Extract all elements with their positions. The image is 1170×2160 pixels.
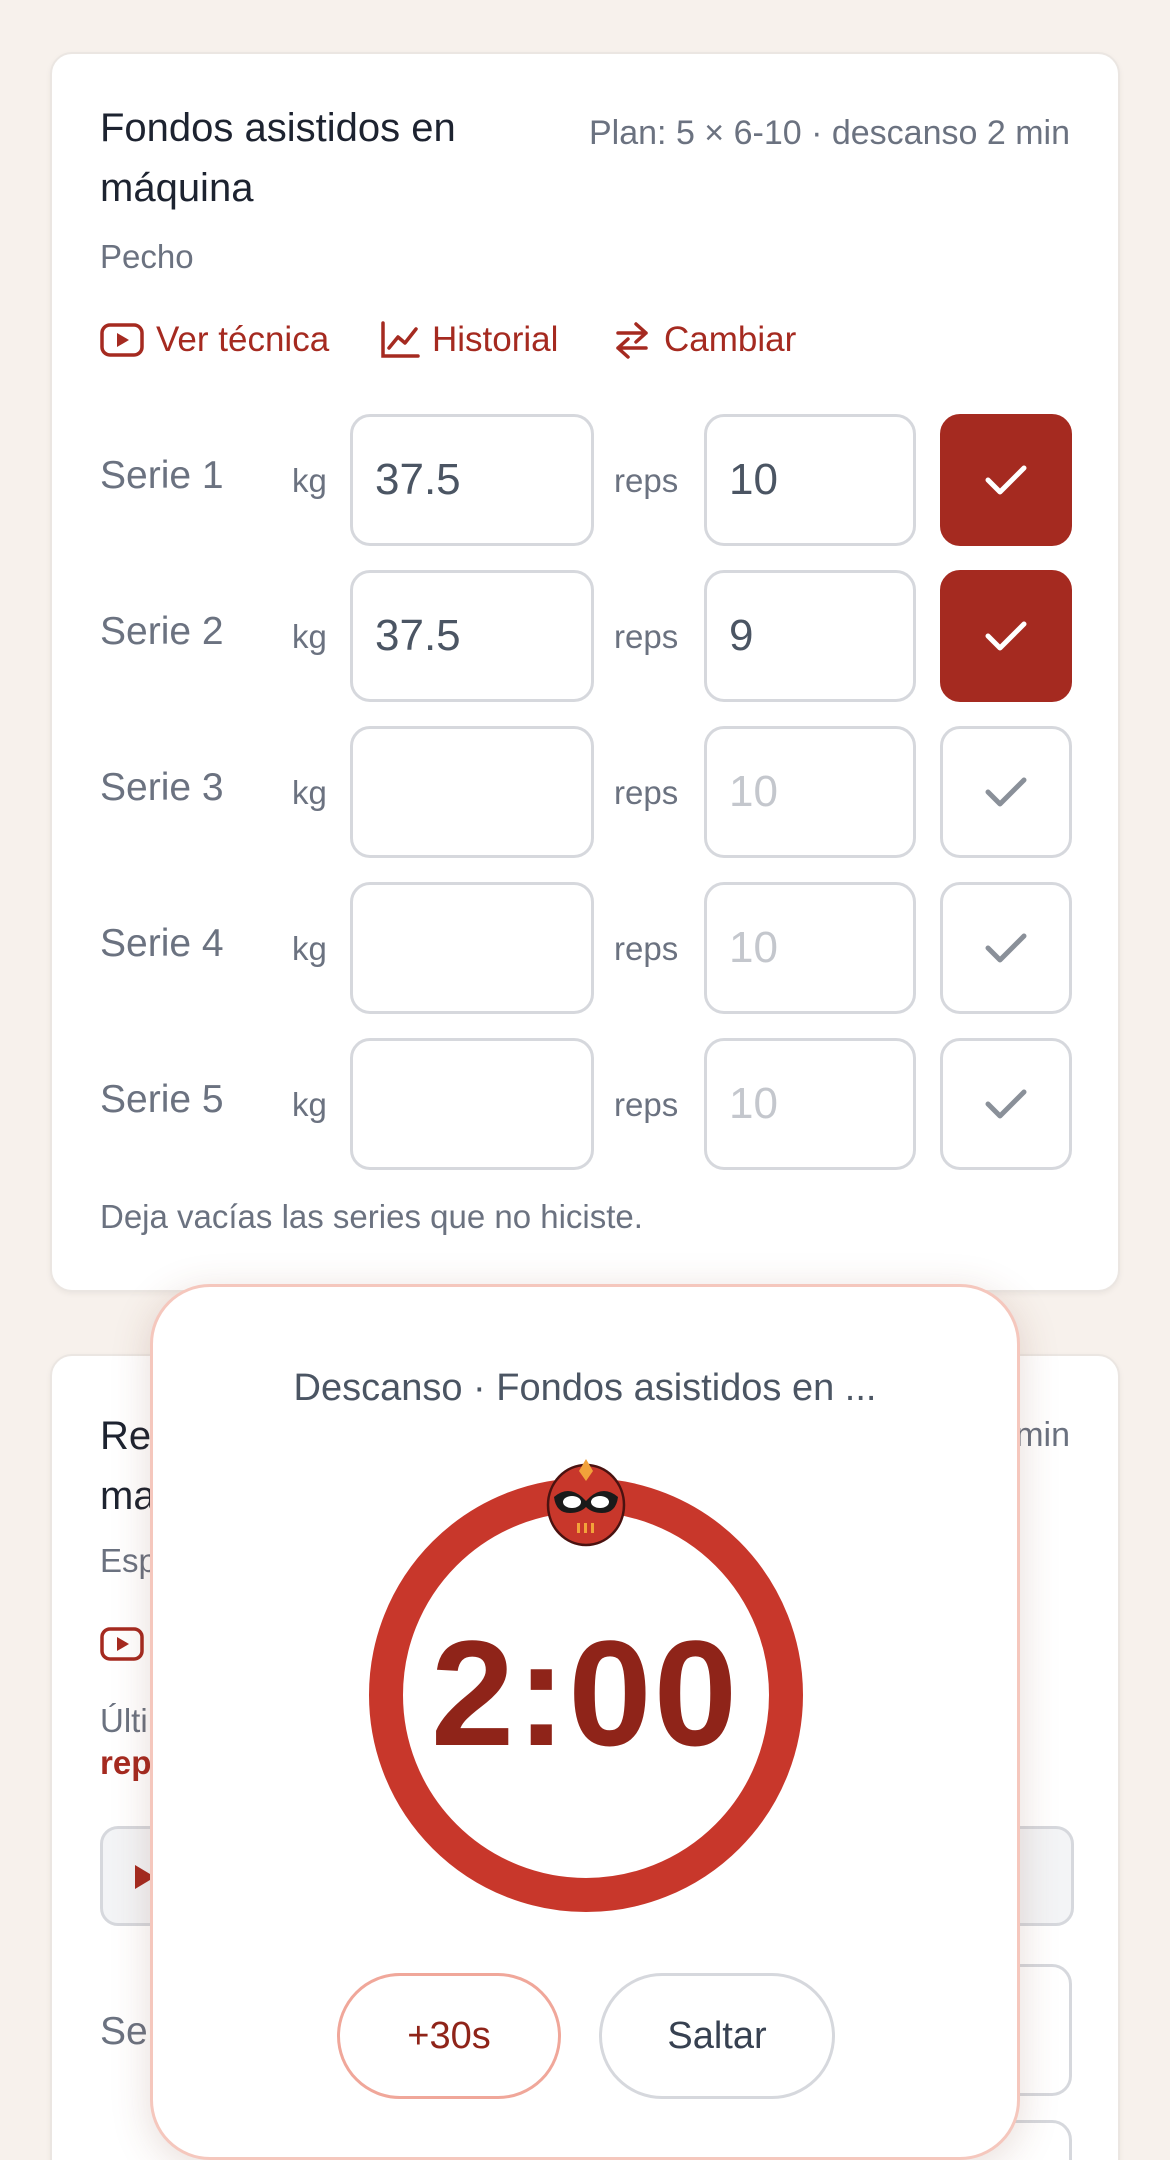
reps-input[interactable]: 10 xyxy=(704,414,916,546)
complete-set-button[interactable] xyxy=(940,570,1072,702)
set-row: Serie 5 kg reps 10 xyxy=(52,1038,1118,1172)
reps-unit: reps xyxy=(614,774,679,811)
weight-input[interactable] xyxy=(350,726,594,858)
set-label: Se xyxy=(100,2010,148,2053)
complete-set-button[interactable] xyxy=(940,1038,1072,1170)
set-row: Serie 2 kg 37.5 reps 9 xyxy=(52,570,1118,704)
rest-timer-countdown: 2:00 xyxy=(430,1609,740,1777)
complete-set-button[interactable] xyxy=(940,882,1072,1014)
line-chart-icon xyxy=(380,321,420,359)
swap-label: Cambiar xyxy=(664,320,797,359)
next-exercise-title: Re ma xyxy=(100,1406,156,1526)
exercise-title-line1: Fondos asistidos en xyxy=(100,106,456,150)
swap-arrows-icon xyxy=(612,321,652,359)
reps-input[interactable]: 9 xyxy=(704,570,916,702)
next-exercise-plan: min xyxy=(1015,1416,1070,1454)
next-exercise-title-line2: ma xyxy=(100,1474,156,1518)
check-icon xyxy=(985,1089,1027,1119)
weight-input[interactable]: 37.5 xyxy=(350,414,594,546)
reps-input[interactable]: 10 xyxy=(704,1038,916,1170)
set-label: Serie 2 xyxy=(100,610,224,653)
set-row: Serie 3 kg reps 10 xyxy=(52,726,1118,860)
technique-label: Ver técnica xyxy=(156,320,330,359)
set-row: Serie 4 kg reps 10 xyxy=(52,882,1118,1016)
kg-unit: kg xyxy=(292,774,327,811)
reps-input[interactable]: 10 xyxy=(704,726,916,858)
kg-unit: kg xyxy=(292,930,327,967)
complete-set-button[interactable] xyxy=(940,726,1072,858)
kg-unit: kg xyxy=(292,1086,327,1123)
swap-link[interactable]: Cambiar xyxy=(612,320,796,360)
sets-hint: Deja vacías las series que no hiciste. xyxy=(100,1198,643,1235)
skip-rest-button[interactable]: Saltar xyxy=(599,1973,835,2099)
history-link[interactable]: Historial xyxy=(380,320,558,360)
history-label: Historial xyxy=(432,320,559,359)
rest-timer-panel: Descanso · Fondos asistidos en ... 2:00 … xyxy=(150,1284,1020,2160)
play-video-icon[interactable] xyxy=(100,1626,144,1667)
reps-unit: reps xyxy=(614,930,679,967)
check-icon xyxy=(985,777,1027,807)
exercise-title: Fondos asistidos en máquina xyxy=(100,98,456,218)
kg-unit: kg xyxy=(292,462,327,499)
weight-input[interactable]: 37.5 xyxy=(350,570,594,702)
set-label: Serie 5 xyxy=(100,1078,224,1121)
check-icon xyxy=(985,465,1027,495)
check-icon xyxy=(985,621,1027,651)
weight-input[interactable] xyxy=(350,882,594,1014)
last-session-reps: rep xyxy=(100,1744,152,1781)
reps-input[interactable]: 10 xyxy=(704,882,916,1014)
set-label: Serie 1 xyxy=(100,454,224,497)
weight-input[interactable] xyxy=(350,1038,594,1170)
play-video-icon xyxy=(100,322,144,358)
reps-unit: reps xyxy=(614,1086,679,1123)
set-label: Serie 4 xyxy=(100,922,224,965)
technique-link[interactable]: Ver técnica xyxy=(100,320,329,360)
exercise-muscle: Pecho xyxy=(100,238,194,275)
next-exercise-muscle: Esp xyxy=(100,1542,157,1579)
last-session-label: Últi xyxy=(100,1702,148,1739)
add-30s-button[interactable]: +30s xyxy=(337,1973,561,2099)
set-label: Serie 3 xyxy=(100,766,224,809)
exercise-title-line2: máquina xyxy=(100,166,254,210)
set-row: Serie 1 kg 37.5 reps 10 xyxy=(52,414,1118,548)
reps-unit: reps xyxy=(614,618,679,655)
complete-set-button[interactable] xyxy=(940,414,1072,546)
exercise-card: Fondos asistidos en máquina Plan: 5 × 6-… xyxy=(50,52,1120,1292)
hero-mask-icon xyxy=(546,1455,626,1547)
check-icon xyxy=(985,933,1027,963)
exercise-plan: Plan: 5 × 6-10 · descanso 2 min xyxy=(589,114,1070,152)
reps-unit: reps xyxy=(614,462,679,499)
kg-unit: kg xyxy=(292,618,327,655)
next-exercise-title-line1: Re xyxy=(100,1414,152,1458)
